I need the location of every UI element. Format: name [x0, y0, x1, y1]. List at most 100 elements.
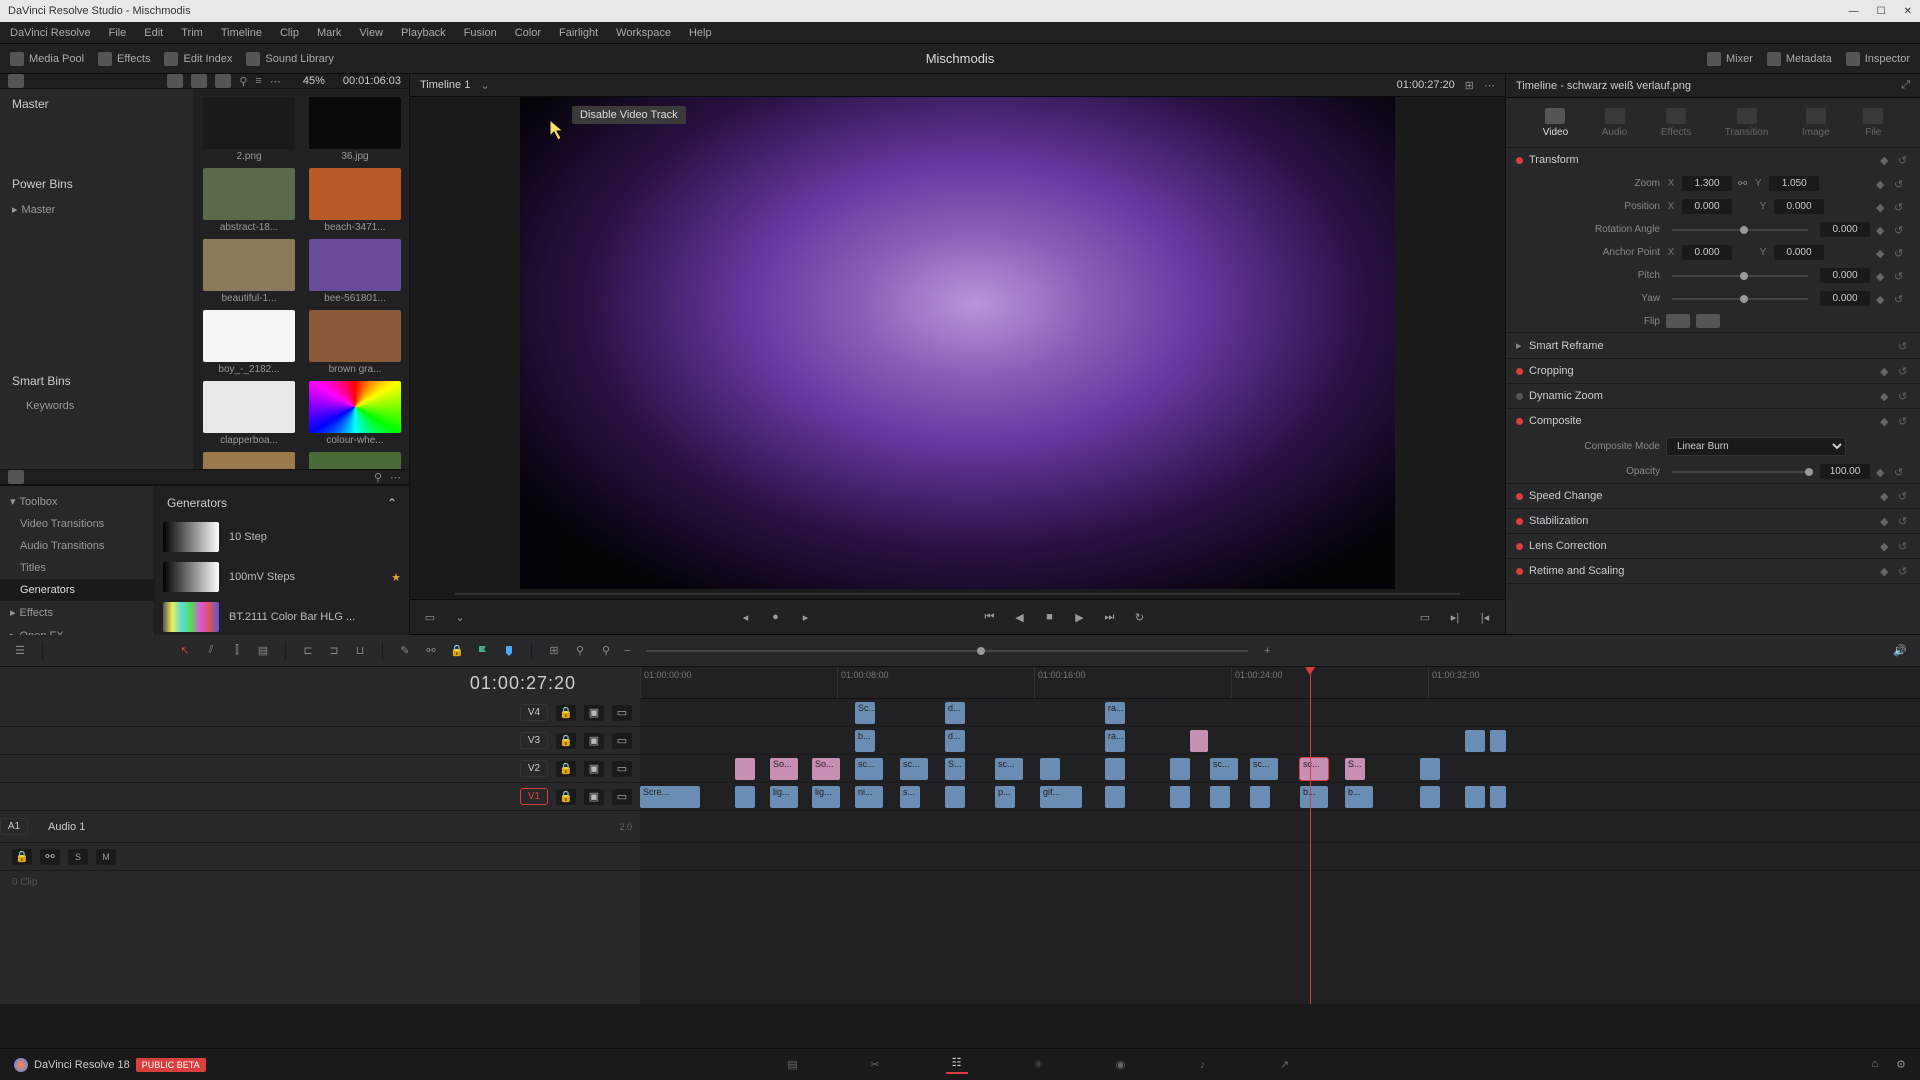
toolbox-header[interactable]: ▾Toolbox: [0, 490, 154, 513]
timeline-clip[interactable]: [1465, 730, 1485, 752]
prev-clip-icon[interactable]: |◂: [1477, 609, 1493, 625]
media-thumb[interactable]: 2.png: [203, 97, 295, 162]
home-icon[interactable]: ⌂: [1871, 1058, 1878, 1071]
loop-icon[interactable]: ↻: [1132, 609, 1148, 625]
maximize-button[interactable]: ☐: [1877, 6, 1886, 17]
dropdown-icon[interactable]: ⌄: [452, 609, 468, 625]
section-composite[interactable]: Composite◆↺: [1506, 409, 1920, 433]
page-fairlight-icon[interactable]: ♪: [1192, 1056, 1214, 1074]
next-edit-icon[interactable]: ▸: [798, 609, 814, 625]
yaw-input[interactable]: [1820, 291, 1870, 306]
replace-icon[interactable]: ⊔: [352, 643, 368, 659]
bin-master[interactable]: Master: [0, 89, 194, 119]
menu-clip[interactable]: Clip: [280, 27, 299, 39]
list-view-icon[interactable]: [167, 74, 183, 88]
timeline-clip[interactable]: gif...: [1040, 786, 1082, 808]
track-enable-icon[interactable]: ▭: [612, 761, 632, 777]
timeline-clip[interactable]: [1420, 758, 1440, 780]
lock-icon[interactable]: 🔒: [556, 761, 576, 777]
keyframe-icon[interactable]: ◆: [1876, 178, 1888, 190]
in-out-icon[interactable]: ▭: [422, 609, 438, 625]
expand-icon[interactable]: ⤢: [1901, 79, 1910, 92]
reset-icon[interactable]: ↺: [1898, 154, 1910, 166]
timeline-clip[interactable]: S...: [945, 758, 965, 780]
toolbox-item-video-transitions[interactable]: Video Transitions: [0, 513, 154, 535]
timeline-clip[interactable]: [735, 786, 755, 808]
reset-icon[interactable]: ↺: [1894, 270, 1906, 282]
page-fusion-icon[interactable]: ⚛: [1028, 1056, 1050, 1074]
menu-playback[interactable]: Playback: [401, 27, 446, 39]
timeline-clip[interactable]: ni...: [855, 786, 883, 808]
section-retime-and-scaling[interactable]: Retime and Scaling◆↺: [1506, 559, 1920, 583]
inspector-tab-file[interactable]: File: [1863, 108, 1883, 138]
snap-icon[interactable]: ⊞: [546, 643, 562, 659]
lock-icon[interactable]: 🔒: [449, 643, 465, 659]
solo-button[interactable]: S: [68, 849, 88, 865]
track-enable-icon[interactable]: ▭: [612, 733, 632, 749]
zoom-x-input[interactable]: [1682, 176, 1732, 191]
prev-edit-icon[interactable]: ◂: [738, 609, 754, 625]
overwrite-icon[interactable]: ⊐: [326, 643, 342, 659]
timeline-clip[interactable]: [1490, 730, 1506, 752]
media-thumb[interactable]: beautiful-1...: [203, 239, 295, 304]
timeline-clip[interactable]: s...: [900, 786, 920, 808]
menu-color[interactable]: Color: [515, 27, 541, 39]
menu-fairlight[interactable]: Fairlight: [559, 27, 598, 39]
keyframe-icon[interactable]: ◆: [1876, 270, 1888, 282]
inspector-tab-effects[interactable]: Effects: [1661, 108, 1691, 138]
page-deliver-icon[interactable]: ↗: [1274, 1056, 1296, 1074]
keyframe-icon[interactable]: ◆: [1876, 293, 1888, 305]
timeline-clip[interactable]: ra...: [1105, 730, 1125, 752]
generator-item[interactable]: 10 Step: [159, 518, 405, 556]
menu-timeline[interactable]: Timeline: [221, 27, 262, 39]
keyframe-icon[interactable]: ◆: [1876, 224, 1888, 236]
reset-icon[interactable]: ↺: [1894, 201, 1906, 213]
timeline-view-icon[interactable]: ☰: [12, 643, 28, 659]
close-button[interactable]: ✕: [1904, 6, 1912, 17]
timeline-clip[interactable]: b...: [855, 730, 875, 752]
dynamic-trim-icon[interactable]: ⫿: [229, 643, 245, 659]
thumb-view-icon[interactable]: [191, 74, 207, 88]
track-enable-icon[interactable]: ▭: [612, 789, 632, 805]
search-icon[interactable]: ⚲: [239, 75, 247, 88]
timeline-clip[interactable]: [1210, 786, 1230, 808]
toolbox-item-effects[interactable]: ▸Effects: [0, 601, 154, 624]
pitch-input[interactable]: [1820, 268, 1870, 283]
section-stabilization[interactable]: Stabilization◆↺: [1506, 509, 1920, 533]
reset-icon[interactable]: ↺: [1894, 224, 1906, 236]
blade-tool-icon[interactable]: ▤: [255, 643, 271, 659]
toolbox-item-audio-transitions[interactable]: Audio Transitions: [0, 535, 154, 557]
timeline-clip[interactable]: sc...: [1250, 758, 1278, 780]
viewer-more-icon[interactable]: ⋯: [1484, 79, 1495, 92]
marker-icon[interactable]: [501, 643, 517, 659]
selection-tool-icon[interactable]: ↖: [177, 643, 193, 659]
speaker-icon[interactable]: 🔊: [1892, 643, 1908, 659]
insert-icon[interactable]: ⊏: [300, 643, 316, 659]
detail-zoom-icon[interactable]: ⚲: [598, 643, 614, 659]
marker-dot-icon[interactable]: ●: [768, 609, 784, 625]
media-thumb[interactable]: 36.jpg: [309, 97, 401, 162]
next-clip-icon[interactable]: ▸|: [1447, 609, 1463, 625]
mute-button[interactable]: M: [96, 849, 116, 865]
page-media-icon[interactable]: ▤: [782, 1056, 804, 1074]
timeline-name[interactable]: Timeline 1: [420, 79, 470, 91]
menu-file[interactable]: File: [109, 27, 127, 39]
flag-icon[interactable]: [475, 643, 491, 659]
match-frame-icon[interactable]: ▭: [1417, 609, 1433, 625]
auto-select-icon[interactable]: ▣: [584, 761, 604, 777]
reset-icon[interactable]: ↺: [1894, 178, 1906, 190]
settings-icon[interactable]: ⚙: [1896, 1058, 1906, 1071]
collapse-icon[interactable]: ⌃: [387, 496, 397, 510]
timeline-clip[interactable]: sc...: [1210, 758, 1238, 780]
enable-dot-icon[interactable]: [1516, 157, 1523, 164]
timeline-clip[interactable]: [1105, 786, 1125, 808]
menu-help[interactable]: Help: [689, 27, 712, 39]
trim-tool-icon[interactable]: ⫽: [203, 643, 219, 659]
dropdown-icon[interactable]: ⌄: [480, 79, 489, 92]
inspector-tab-transition[interactable]: Transition: [1725, 108, 1769, 138]
track-a1[interactable]: A1: [0, 818, 28, 835]
lock-icon[interactable]: 🔒: [556, 705, 576, 721]
menu-mark[interactable]: Mark: [317, 27, 341, 39]
viewer[interactable]: [410, 97, 1505, 589]
pos-y-input[interactable]: [1774, 199, 1824, 214]
